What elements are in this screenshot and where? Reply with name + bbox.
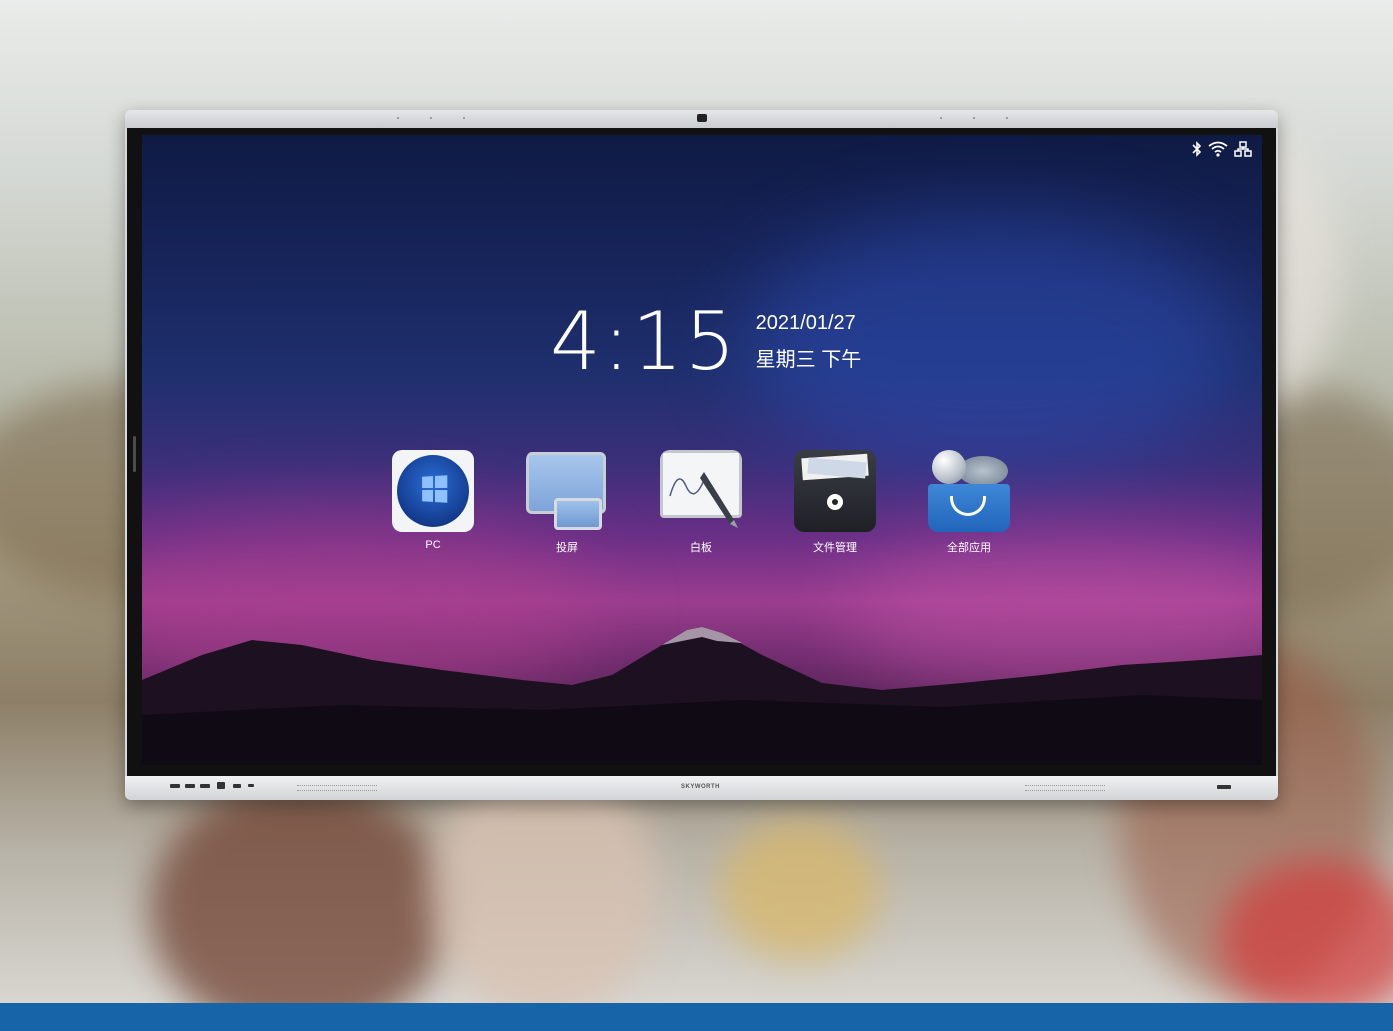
app-label-all-apps: 全部应用	[947, 542, 991, 554]
app-screen-cast[interactable]: 投屏	[526, 450, 608, 555]
bottom-bezel: SKYWORTH	[125, 776, 1278, 800]
front-port	[185, 784, 195, 788]
app-label-whiteboard: 白板	[690, 542, 712, 554]
mic-hole	[973, 117, 975, 119]
front-port	[233, 784, 241, 788]
file-manager-icon[interactable]	[794, 450, 876, 532]
front-port	[170, 784, 180, 788]
clock-time: 4:15	[550, 295, 738, 388]
power-button[interactable]	[1217, 785, 1231, 789]
all-apps-icon[interactable]	[928, 450, 1010, 532]
date-block: 2021/01/27 星期三 下午	[756, 312, 862, 372]
network-icon[interactable]	[1234, 141, 1252, 161]
top-bezel	[125, 110, 1278, 128]
clock-date: 2021/01/27	[755, 311, 856, 334]
app-label-file-manager: 文件管理	[813, 542, 857, 554]
windows-pc-icon[interactable]	[392, 450, 474, 532]
brand-logo: SKYWORTH	[681, 784, 720, 790]
clock-widget: 4:15 2021/01/27 星期三 下午	[550, 295, 861, 388]
front-port	[217, 782, 225, 789]
camera-icon	[697, 114, 707, 122]
left-speaker-grille	[297, 785, 377, 791]
bluetooth-icon[interactable]	[1192, 141, 1202, 161]
app-launcher: PC 投屏 白板 文件管理 全部应用	[392, 450, 1010, 555]
app-all-apps[interactable]: 全部应用	[928, 450, 1010, 555]
mic-hole	[430, 117, 432, 119]
left-side-handle[interactable]	[133, 436, 136, 472]
whiteboard-icon[interactable]	[660, 450, 742, 532]
screen-cast-icon[interactable]	[526, 450, 608, 532]
home-screen: 4:15 2021/01/27 星期三 下午 PC 投屏 白板 文件管理 全部应…	[142, 135, 1262, 765]
mic-hole	[940, 117, 942, 119]
app-label-screen-cast: 投屏	[556, 542, 578, 554]
clock-weekday: 星期三 下午	[755, 348, 862, 371]
app-label-pc: PC	[425, 539, 441, 551]
app-file-manager[interactable]: 文件管理	[794, 450, 876, 555]
mic-hole	[397, 117, 399, 119]
app-pc[interactable]: PC	[392, 450, 474, 555]
front-port	[248, 784, 254, 787]
app-whiteboard[interactable]: 白板	[660, 450, 742, 555]
interactive-display: 4:15 2021/01/27 星期三 下午 PC 投屏 白板 文件管理 全部应…	[125, 110, 1278, 800]
right-speaker-grille	[1025, 785, 1105, 791]
wifi-icon[interactable]	[1208, 141, 1228, 161]
front-port	[200, 784, 210, 788]
status-bar	[1192, 141, 1252, 161]
mic-hole	[463, 117, 465, 119]
bottom-accent-bar	[0, 1003, 1393, 1031]
mic-hole	[1006, 117, 1008, 119]
